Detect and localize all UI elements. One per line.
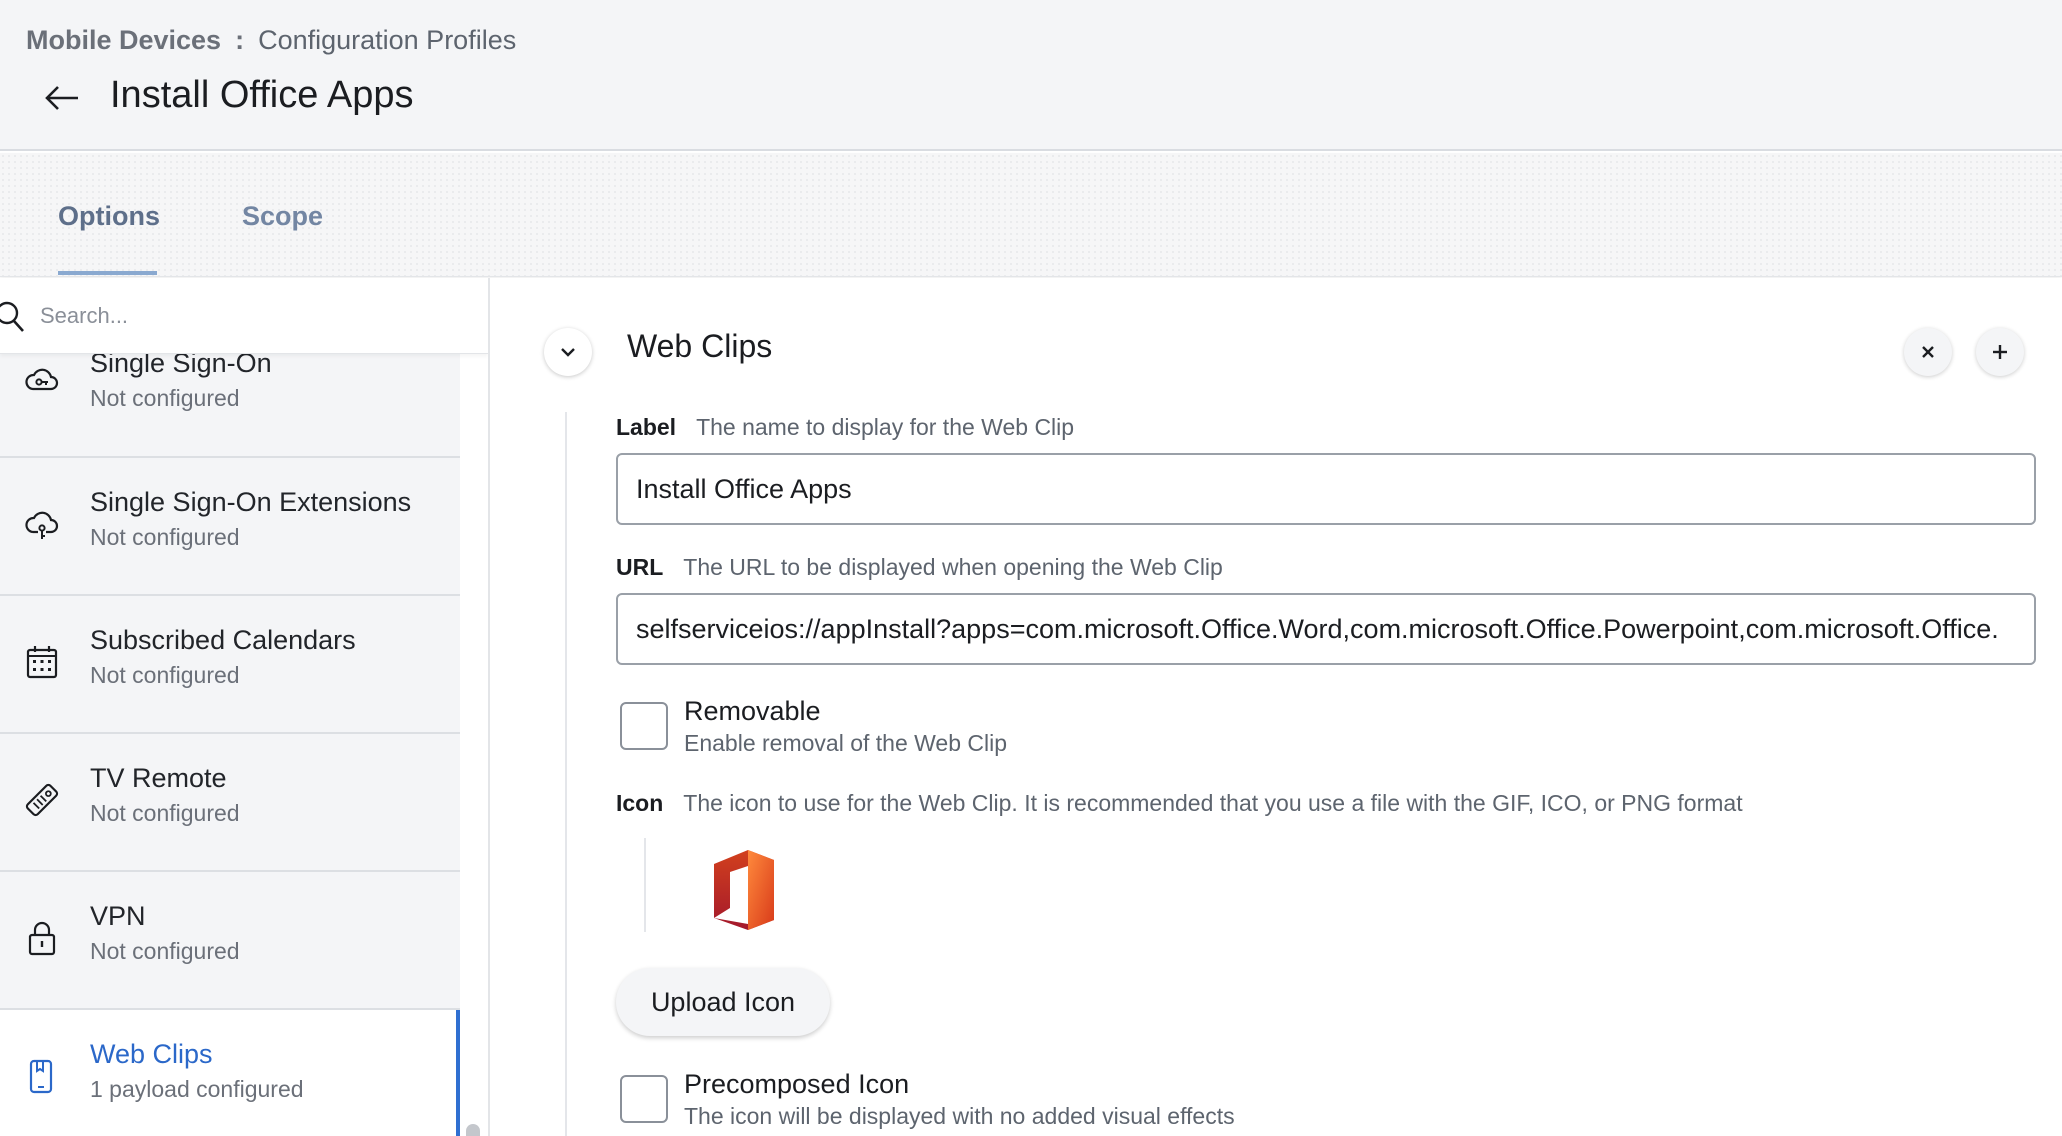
office-logo-icon [708,848,778,932]
sidebar-item-vpn[interactable]: VPN Not configured [0,872,460,1010]
tab-options[interactable]: Options [58,201,160,232]
sidebar-item-single-sign-on-extensions[interactable]: Single Sign-On Extensions Not configured [0,458,460,596]
add-payload-button[interactable] [1976,328,2024,376]
sidebar-scrollbar[interactable] [466,1124,480,1136]
calendar-icon [24,644,60,680]
sidebar-item-status: Not configured [90,662,240,688]
payload-sidebar: Single Sign-On Not configured Single Sig… [0,278,490,1136]
sidebar-item-status: Not configured [90,524,240,550]
close-icon [1922,346,1934,358]
page-title: Install Office Apps [110,74,414,116]
sidebar-item-status: 1 payload configured [90,1076,304,1102]
collapse-button[interactable] [544,328,592,376]
sidebar-item-single-sign-on[interactable]: Single Sign-On Not configured [0,348,460,458]
section-title: Web Clips [627,328,773,364]
icon-field-name: Icon [616,790,664,816]
breadcrumb-separator: : [235,25,245,55]
icon-field-description: The icon to use for the Web Clip. It is … [683,790,1743,816]
section-rail [565,412,567,1136]
sidebar-item-title: Single Sign-On Extensions [90,487,412,517]
sidebar-item-title: VPN [90,901,146,931]
payload-editor: Web Clips Label The name to display for t… [490,278,2062,1136]
label-input[interactable] [616,453,2036,525]
url-field-heading: URL The URL to be displayed when opening … [616,554,1223,581]
label-field-name: Label [616,414,677,440]
cloud-key-icon [24,506,60,542]
removable-description: Enable removal of the Web Clip [684,730,1008,756]
remove-payload-button[interactable] [1904,328,1952,376]
removable-title: Removable [684,696,821,726]
sidebar-item-status: Not configured [90,938,240,964]
sidebar-item-status: Not configured [90,385,240,411]
url-field-name: URL [616,554,664,580]
active-tab-indicator [58,271,157,275]
sidebar-search [0,278,488,354]
sidebar-item-web-clips[interactable]: Web Clips 1 payload configured [0,1010,460,1136]
chevron-down-icon [561,348,575,357]
sidebar-item-title: Web Clips [90,1039,213,1069]
back-arrow-icon[interactable] [42,78,82,118]
page-header: Mobile Devices: Configuration Profiles In… [0,0,2062,151]
url-input[interactable] [616,593,2036,665]
icon-field-heading: Icon The icon to use for the Web Clip. It… [616,790,1743,817]
sidebar-item-title: TV Remote [90,763,227,793]
icon-preview-rail [644,838,646,932]
sidebar-item-subscribed-calendars[interactable]: Subscribed Calendars Not configured [0,596,460,734]
cloud-key-icon [24,363,60,399]
precomposed-checkbox[interactable] [620,1075,668,1123]
tab-scope[interactable]: Scope [242,201,323,232]
precomposed-description: The icon will be displayed with no added… [684,1103,1235,1129]
upload-icon-button[interactable]: Upload Icon [616,968,830,1036]
sidebar-item-tv-remote[interactable]: TV Remote Not configured [0,734,460,872]
label-field-heading: Label The name to display for the Web Cli… [616,414,1074,441]
removable-checkbox[interactable] [620,702,668,750]
remote-icon [24,782,60,818]
web-clip-icon [24,1058,60,1094]
sidebar-item-status: Not configured [90,800,240,826]
url-field-description: The URL to be displayed when opening the… [683,554,1223,580]
lock-icon [24,920,60,956]
payload-list: Single Sign-On Not configured Single Sig… [0,348,460,1136]
breadcrumb: Mobile Devices: Configuration Profiles [26,25,516,56]
label-field-description: The name to display for the Web Clip [696,414,1075,440]
sidebar-item-title: Subscribed Calendars [90,625,356,655]
breadcrumb-current[interactable]: Configuration Profiles [258,25,516,55]
precomposed-title: Precomposed Icon [684,1069,910,1099]
breadcrumb-root[interactable]: Mobile Devices [26,25,221,55]
search-input[interactable] [40,296,470,336]
plus-icon [1993,345,2007,359]
search-icon [0,300,28,336]
tabs-bar: Options Scope [0,153,2062,277]
